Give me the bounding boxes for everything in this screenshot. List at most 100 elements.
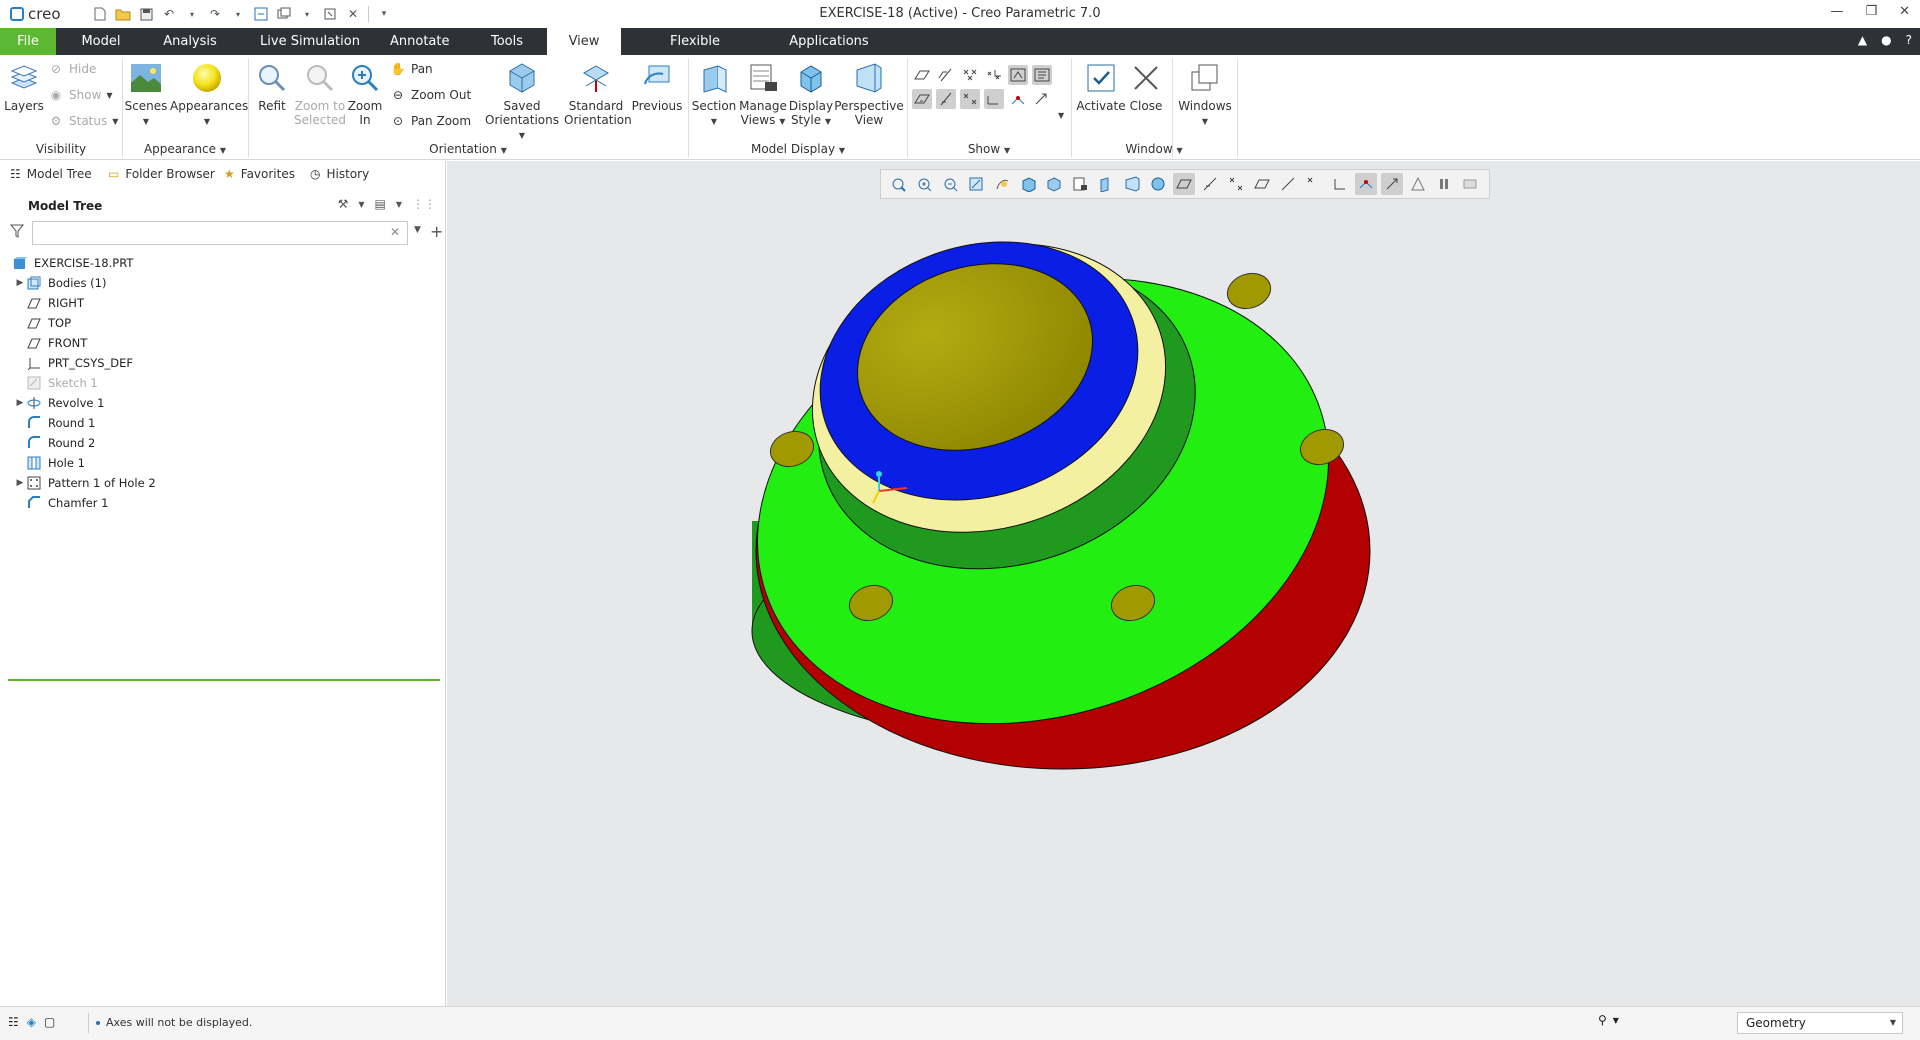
tree-columns-icon[interactable]: ▤ — [375, 197, 386, 211]
new-file-icon[interactable] — [92, 6, 108, 22]
tab-live-simulation[interactable]: Live Simulation — [256, 28, 364, 55]
show-button[interactable]: ◉ Show ▼ — [48, 87, 113, 103]
save-icon[interactable] — [138, 6, 154, 22]
add-icon[interactable]: + — [430, 222, 443, 241]
group-appearance[interactable]: Appearance ▼ — [124, 142, 246, 156]
tree-item[interactable]: ▶ Revolve 1 — [14, 393, 105, 413]
tree-item[interactable]: ▶ Pattern 1 of Hole 2 — [14, 473, 156, 493]
undo-dropdown-icon[interactable]: ▾ — [184, 6, 200, 22]
navigator-toggle-icon[interactable]: ☷ — [8, 1015, 19, 1029]
expand-arrow-icon[interactable]: ▶ — [14, 398, 26, 408]
regenerate-icon[interactable] — [253, 6, 269, 22]
show-more-icon[interactable] — [1032, 89, 1052, 109]
customize-qat-icon[interactable]: ▾ — [376, 6, 392, 22]
search-dropdown-icon[interactable]: ▼ — [414, 225, 421, 235]
help-icon[interactable]: ? — [1906, 33, 1912, 47]
tree-item[interactable]: Chamfer 1 — [14, 493, 108, 513]
saved-orientations-button[interactable]: Saved Orientations ▼ — [482, 61, 562, 143]
perspective-view-button[interactable]: Perspective View — [834, 61, 904, 127]
zoom-in-button[interactable]: Zoom In — [346, 61, 384, 127]
undo-icon[interactable]: ↶ — [161, 6, 177, 22]
tree-item[interactable]: PRT_CSYS_DEF — [14, 353, 133, 373]
windows-dropdown-icon[interactable]: ▾ — [299, 6, 315, 22]
settings-icon[interactable]: ● — [1881, 33, 1891, 47]
tree-item[interactable]: Sketch 1 — [14, 373, 98, 393]
filter-funnel-icon[interactable] — [9, 224, 25, 241]
point-tag-display-icon[interactable] — [960, 89, 980, 109]
pan-zoom-button[interactable]: ⊙ Pan Zoom — [390, 113, 471, 129]
tab-history[interactable]: ◷ History — [310, 167, 369, 181]
close-window-icon[interactable]: ✕ — [345, 6, 361, 22]
scenes-button[interactable]: Scenes ▼ — [124, 61, 168, 129]
tab-tools[interactable]: Tools — [488, 28, 526, 55]
selection-filter-dropdown[interactable]: Geometry ▼ — [1737, 1012, 1903, 1034]
axis-display-icon[interactable] — [936, 65, 956, 85]
minimize-icon[interactable]: — — [1830, 4, 1843, 19]
group-orientation[interactable]: Orientation ▼ — [250, 142, 686, 156]
display-style-button[interactable]: Display Style ▼ — [788, 61, 834, 129]
tree-search-input[interactable] — [32, 221, 408, 245]
tab-flexible-modeling[interactable]: Flexible Modeling — [640, 28, 750, 76]
csys-tag-display-icon[interactable] — [984, 89, 1004, 109]
tree-item[interactable]: EXERCISE-18.PRT — [10, 253, 133, 273]
close-button[interactable]: Close — [1126, 61, 1166, 113]
browser-toggle-icon[interactable]: ◈ — [27, 1015, 36, 1029]
redo-dropdown-icon[interactable]: ▾ — [230, 6, 246, 22]
csys-display-icon[interactable] — [984, 65, 1004, 85]
axis-tag-display-icon[interactable] — [936, 89, 956, 109]
switch-windows-icon[interactable] — [322, 6, 338, 22]
tree-filter-structure-icon[interactable]: ⋮⋮ — [412, 197, 436, 211]
plane-display-icon[interactable] — [912, 65, 932, 85]
point-display-icon[interactable] — [960, 65, 980, 85]
spin-center-icon[interactable] — [1008, 89, 1028, 109]
expand-arrow-icon[interactable]: ▶ — [14, 478, 26, 488]
tree-item[interactable]: ▶ Bodies (1) — [14, 273, 107, 293]
tree-item[interactable]: Hole 1 — [14, 453, 85, 473]
activate-button[interactable]: Activate — [1076, 61, 1126, 113]
tab-analysis[interactable]: Analysis — [160, 28, 220, 55]
find-dropdown-icon[interactable]: ▼ — [1613, 1016, 1619, 1025]
tab-folder-browser[interactable]: ▭ Folder Browser — [108, 167, 215, 181]
collapse-ribbon-icon[interactable]: ▲ — [1858, 33, 1867, 47]
tab-favorites[interactable]: ★ Favorites — [224, 167, 295, 181]
tree-settings-icon[interactable]: ⚒ — [338, 197, 349, 211]
full-screen-icon[interactable]: ▢ — [44, 1015, 55, 1029]
hide-button[interactable]: ⊘ Hide — [48, 61, 96, 77]
show-dropdown-icon[interactable]: ▼ — [1058, 111, 1064, 120]
plane-tag-display-icon[interactable] — [912, 89, 932, 109]
tree-settings-dropdown-icon[interactable]: ▼ — [358, 200, 364, 209]
tree-columns-dropdown-icon[interactable]: ▼ — [396, 200, 402, 209]
tree-item[interactable]: Round 1 — [14, 413, 95, 433]
zoom-to-selected-button[interactable]: Zoom to Selected — [294, 61, 346, 127]
tab-model-tree[interactable]: ☷ Model Tree — [10, 167, 92, 181]
group-model-display[interactable]: Model Display ▼ — [690, 142, 906, 156]
tree-item[interactable]: TOP — [14, 313, 71, 333]
refit-button[interactable]: Refit — [252, 61, 292, 113]
group-show[interactable]: Show ▼ — [908, 142, 1070, 156]
binoculars-icon[interactable]: ⚲ — [1598, 1013, 1607, 1027]
tab-applications[interactable]: Applications — [789, 28, 869, 55]
pan-button[interactable]: ✋ Pan — [390, 61, 433, 77]
tab-model[interactable]: Model — [78, 28, 124, 55]
open-folder-icon[interactable] — [115, 6, 131, 22]
tree-item[interactable]: Round 2 — [14, 433, 95, 453]
group-window[interactable]: Window ▼ — [1072, 142, 1236, 156]
tab-view[interactable]: View — [547, 28, 621, 55]
insert-here-indicator[interactable] — [8, 679, 440, 681]
annotation-display-icon[interactable] — [1032, 65, 1052, 85]
manage-views-button[interactable]: Manage Views ▼ — [738, 61, 788, 129]
tab-file[interactable]: File — [0, 28, 56, 55]
layers-button[interactable]: Layers — [4, 61, 44, 113]
tree-item[interactable]: FRONT — [14, 333, 87, 353]
windows-icon[interactable] — [276, 6, 292, 22]
clear-search-icon[interactable]: ✕ — [390, 225, 400, 239]
status-button[interactable]: ⚙ Status ▼ — [48, 113, 119, 129]
zoom-out-button[interactable]: ⊖ Zoom Out — [390, 87, 471, 103]
restore-icon[interactable]: ❐ — [1865, 4, 1877, 19]
close-icon[interactable]: ✕ — [1899, 4, 1910, 19]
spin-center-display-icon[interactable] — [1008, 65, 1028, 85]
windows-button[interactable]: Windows ▼ — [1176, 61, 1234, 129]
appearances-button[interactable]: Appearances ▼ — [170, 61, 248, 129]
find-tool[interactable]: ⚲ ▼ — [1598, 1013, 1619, 1027]
expand-arrow-icon[interactable]: ▶ — [14, 278, 26, 288]
